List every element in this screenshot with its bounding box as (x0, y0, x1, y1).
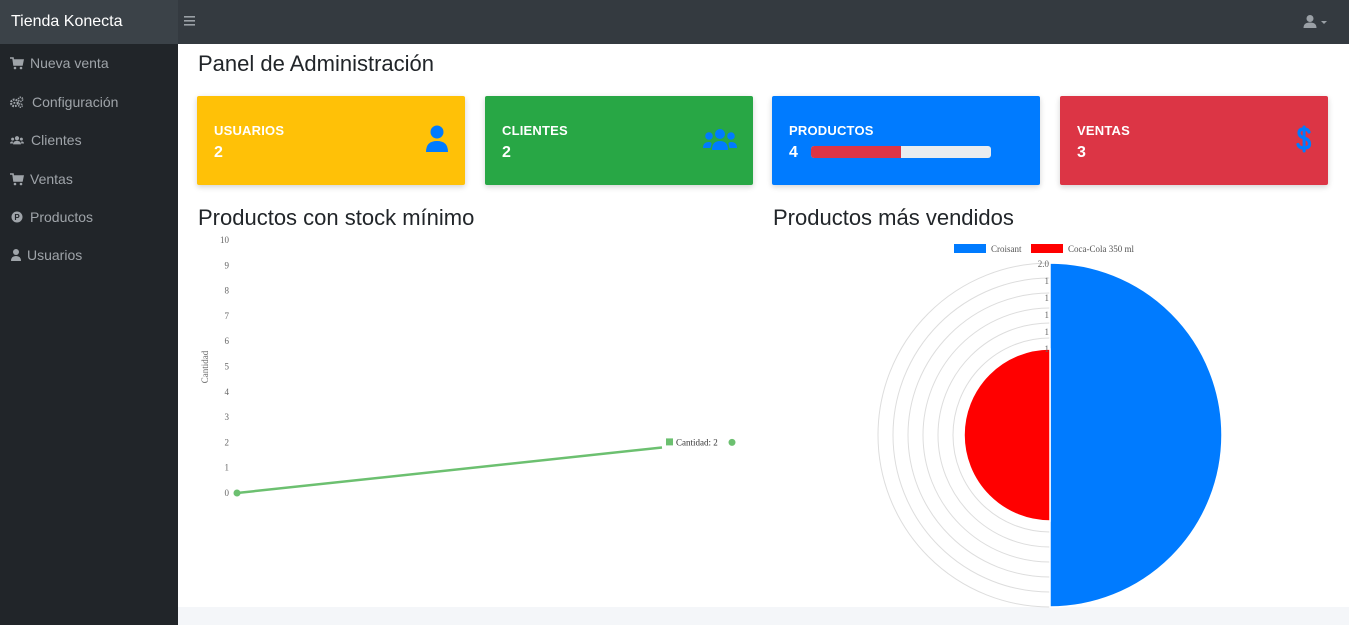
card-title: VENTAS (1077, 123, 1130, 138)
card-title: CLIENTES (502, 123, 568, 138)
y-tick-label: 7 (225, 311, 230, 321)
sidebar-item-nueva-venta[interactable]: Nueva venta (0, 45, 178, 81)
y-tick-label: 8 (225, 286, 230, 296)
dollar-icon (1296, 125, 1312, 153)
hamburger-icon[interactable] (184, 14, 196, 28)
stock-section-title: Productos con stock mínimo (198, 205, 475, 230)
app-brand[interactable]: Tienda Konecta (0, 0, 178, 44)
polar-slice (963, 348, 1051, 522)
page-title: Panel de Administración (198, 51, 435, 76)
sidebar-item-clientes[interactable]: Clientes (0, 122, 178, 158)
r-tick-label: 2.0 (1038, 259, 1050, 269)
r-tick-label: 1 (1045, 293, 1050, 303)
productos-progress-bar (811, 146, 991, 158)
sidebar-item-usuarios[interactable]: Usuarios (0, 237, 178, 273)
card-value: 2 (502, 144, 511, 161)
tooltip-swatch (666, 438, 673, 446)
y-tick-label: 3 (225, 412, 230, 422)
r-tick-label: 1 (1045, 327, 1050, 337)
legend-label: Coca-Cola 350 ml (1068, 244, 1134, 254)
card-value: 4 (789, 144, 798, 161)
legend-swatch (1031, 244, 1063, 253)
product-icon: P (11, 211, 23, 223)
stock-line-chart: 0 1 2 3 4 5 6 7 8 9 10 Cantidad Cantidad: 2 (200, 235, 736, 498)
users-icon (703, 129, 737, 150)
sidebar: Nueva venta Configuración Clientes Venta… (0, 44, 178, 625)
sidebar-item-label: Usuarios (27, 247, 83, 263)
user-icon (426, 125, 448, 152)
sidebar-item-label: Ventas (30, 171, 73, 187)
top-navbar: Tienda Konecta (0, 0, 1349, 44)
y-tick-label: 10 (220, 235, 230, 245)
sidebar-item-label: Configuración (32, 94, 119, 110)
sold-polar-chart: 2.0 1 1 1 1 1 Croisant Coca-Cola 350 ml (877, 244, 1223, 608)
sold-section-title: Productos más vendidos (773, 205, 1014, 230)
r-tick-label: 1 (1045, 310, 1050, 320)
card-value: 2 (214, 144, 223, 161)
sidebar-item-productos[interactable]: P Productos (0, 199, 178, 235)
sidebar-item-label: Productos (30, 209, 94, 225)
y-tick-label: 6 (225, 336, 230, 346)
card-title: USUARIOS (214, 123, 285, 138)
legend-label: Croisant (991, 244, 1022, 254)
cart-icon (10, 57, 24, 70)
sidebar-item-label: Clientes (31, 132, 82, 148)
card-clientes[interactable]: CLIENTES 2 (485, 96, 753, 185)
y-tick-label: 9 (225, 260, 230, 270)
polar-slice (1049, 262, 1223, 608)
user-icon (11, 249, 21, 261)
sidebar-item-label: Nueva venta (30, 55, 109, 71)
y-axis-label: Cantidad (200, 350, 210, 383)
users-icon (10, 136, 24, 145)
r-tick-label: 1 (1045, 276, 1050, 286)
card-ventas[interactable]: VENTAS 3 (1060, 96, 1328, 185)
legend-swatch (954, 244, 986, 253)
sidebar-item-ventas[interactable]: Ventas (0, 161, 178, 197)
r-tick-label: 1 (1045, 344, 1050, 354)
cogs-icon (10, 96, 24, 108)
user-menu-icon[interactable] (1303, 14, 1329, 30)
data-point (728, 438, 736, 446)
card-usuarios[interactable]: USUARIOS 2 (197, 96, 465, 185)
y-tick-label: 5 (225, 362, 230, 372)
cart-icon (10, 173, 24, 186)
y-tick-label: 2 (225, 437, 230, 447)
data-point (233, 489, 241, 497)
sidebar-item-configuracion[interactable]: Configuración (0, 84, 178, 120)
card-title: PRODUCTOS (789, 123, 874, 138)
progress-fill (811, 146, 901, 158)
card-productos[interactable]: PRODUCTOS 4 (772, 96, 1040, 185)
y-tick-label: 4 (225, 387, 230, 397)
y-tick-label: 1 (225, 463, 230, 473)
svg-text:P: P (14, 213, 20, 222)
series-line (236, 446, 663, 495)
card-value: 3 (1077, 144, 1086, 161)
tooltip-label: Cantidad: 2 (676, 437, 718, 447)
y-tick-label: 0 (225, 488, 230, 498)
footer (178, 607, 1349, 625)
